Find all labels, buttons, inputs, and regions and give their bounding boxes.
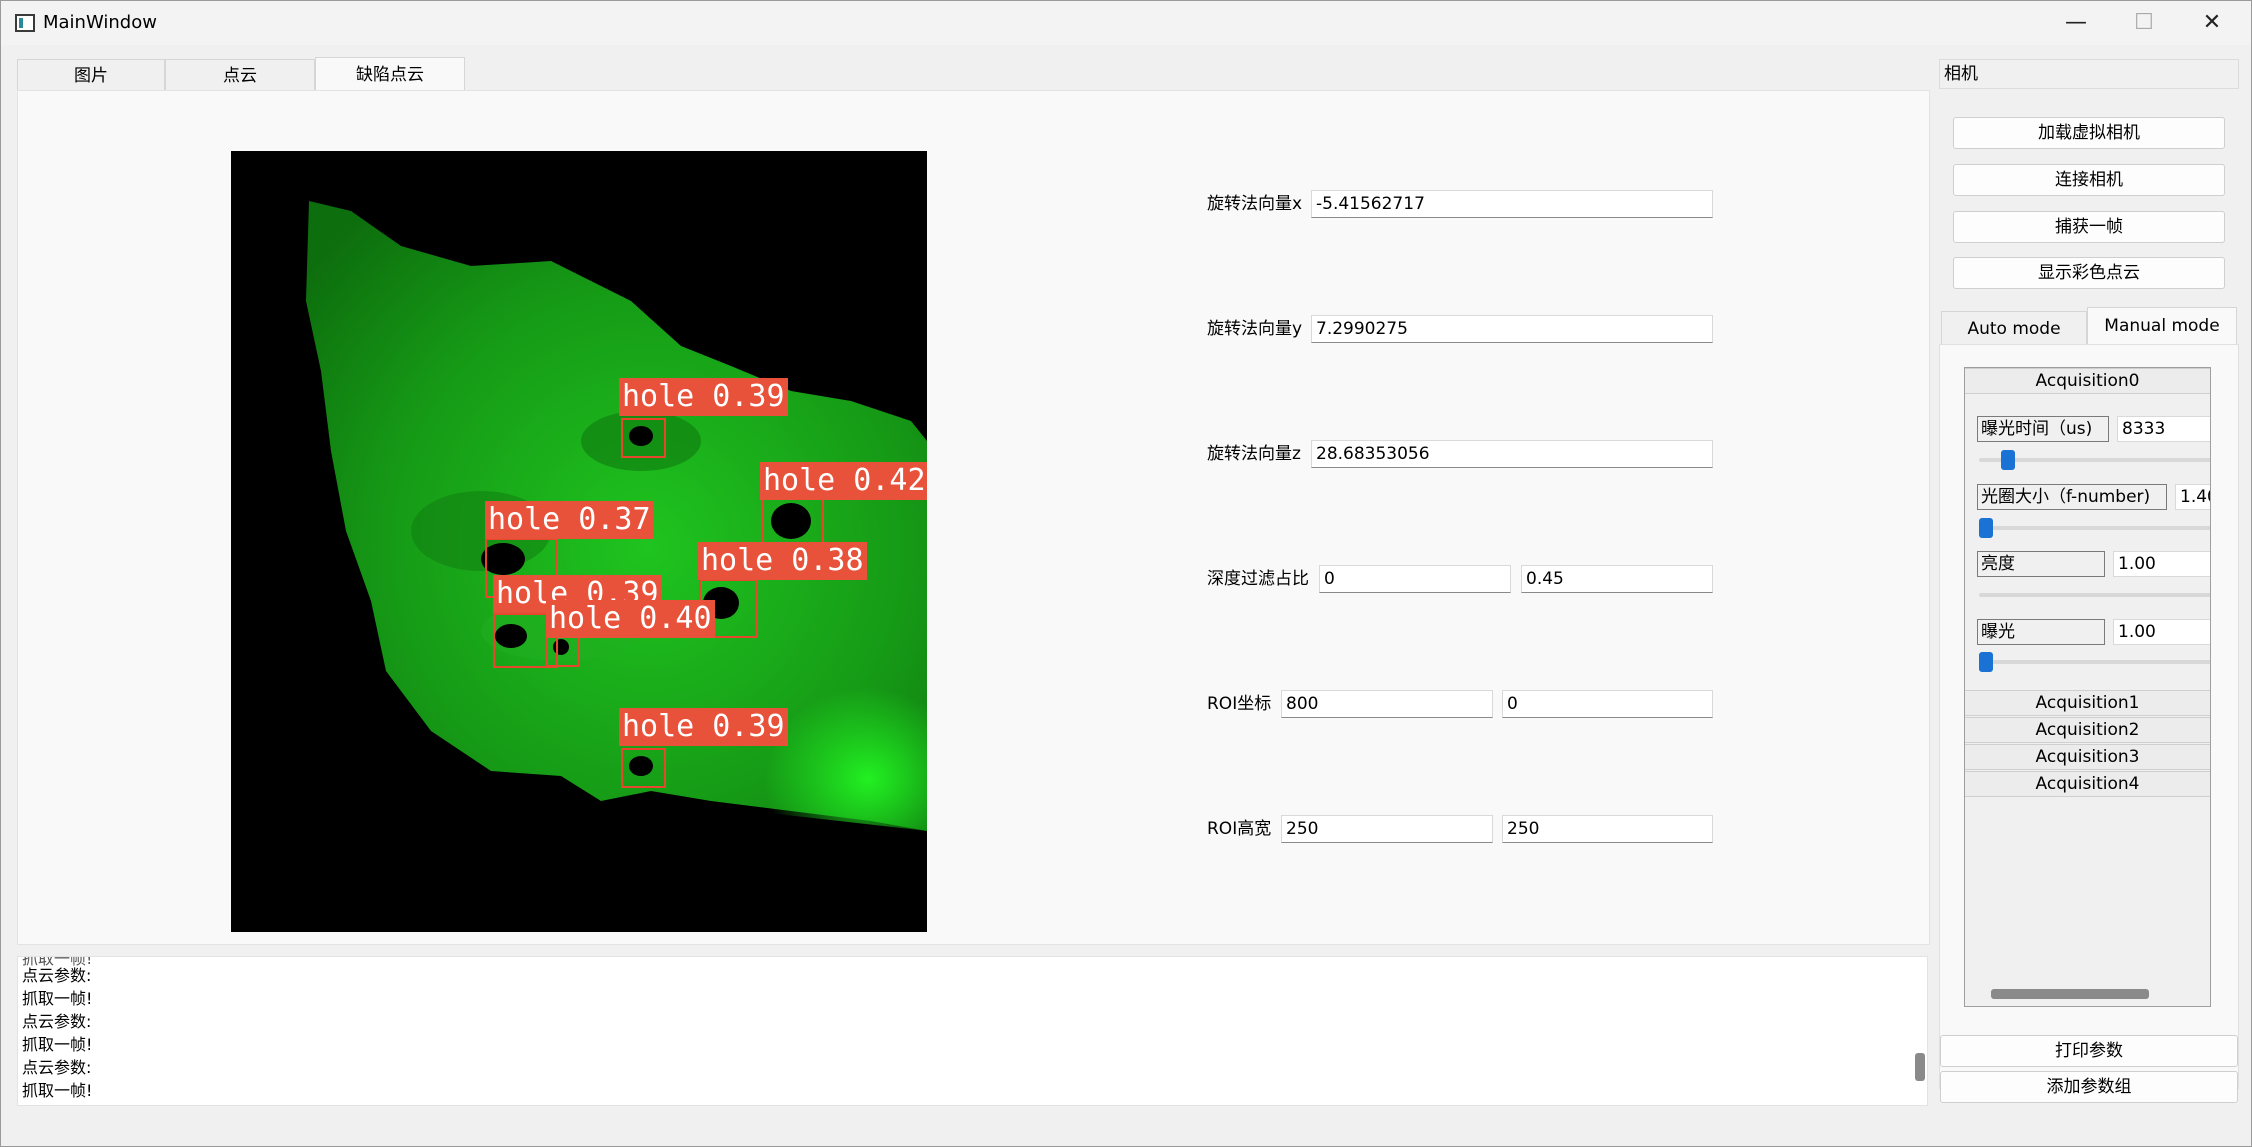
rot-z-input[interactable]: 28.68353056 [1311,440,1713,468]
minimize-button[interactable]: — [2043,1,2109,45]
capture-frame-button[interactable]: 捕获一帧 [1953,211,2225,243]
aperture-label: 光圈大小（f-number) [1977,484,2167,510]
detection-label: hole 0.37 [485,501,654,539]
tab-point-cloud[interactable]: 点云 [165,59,315,91]
tab-defect-point-cloud[interactable]: 缺陷点云 [315,57,465,91]
brightness-input[interactable]: 1.00 [2113,551,2210,577]
window-title: MainWindow [43,12,157,33]
status-bar [1,1109,2251,1146]
rot-z-label: 旋转法向量z [1207,444,1301,464]
brightness-slider[interactable] [1979,593,2210,597]
detection-label: hole 0.38 [698,542,867,580]
detection-box [621,748,666,788]
rot-y-input[interactable]: 7.2990275 [1311,315,1713,343]
log-output[interactable]: 抓取一帧! 点云参数: 抓取一帧! 点云参数: 抓取一帧! 点云参数: 抓取一帧… [17,956,1928,1106]
detection-image: hole 0.39 hole 0.42 hole 0.37 hole 0.38 … [231,151,927,932]
roi-size-label: ROI高宽 [1207,819,1272,839]
log-line: 点云参数: [22,1012,92,1031]
log-scrollbar[interactable] [1915,1053,1925,1081]
exposure-time-input[interactable]: 8333 [2117,416,2210,442]
app-icon [15,14,35,32]
exposure-input[interactable]: 1.00 [2113,619,2210,645]
depth-max-input[interactable]: 0.45 [1521,565,1713,593]
aperture-input[interactable]: 1.40 [2175,484,2210,510]
aperture-slider[interactable] [1979,518,2210,538]
slider-handle[interactable] [1979,652,1993,672]
exposure-time-label: 曝光时间（us) [1977,416,2109,442]
acquisition4-header[interactable]: Acquisition4 [1965,771,2210,797]
connect-camera-button[interactable]: 连接相机 [1953,164,2225,196]
depth-min-input[interactable]: 0 [1319,565,1511,593]
depth-filter-label: 深度过滤占比 [1207,569,1309,589]
maximize-button[interactable]: ☐ [2111,1,2177,45]
detection-label: hole 0.42 [760,462,927,500]
acquisition1-header[interactable]: Acquisition1 [1965,690,2210,716]
tab-manual-mode[interactable]: Manual mode [2087,307,2237,345]
detection-label: hole 0.40 [546,600,715,638]
toolbox-scrollbar[interactable] [1991,989,2149,999]
exposure-label: 曝光 [1977,619,2105,645]
acquisition0-header[interactable]: Acquisition0 [1965,368,2210,394]
detection-box [621,418,666,458]
brightness-label: 亮度 [1977,551,2105,577]
show-color-point-cloud-button[interactable]: 显示彩色点云 [1953,257,2225,289]
add-param-group-button[interactable]: 添加参数组 [1940,1071,2238,1103]
log-line: 点云参数: [22,1058,92,1077]
slider-handle[interactable] [2001,450,2015,470]
rot-x-label: 旋转法向量x [1207,194,1303,214]
defect-tab-panel: hole 0.39 hole 0.42 hole 0.37 hole 0.38 … [17,90,1930,945]
camera-dock: 相机 加载虚拟相机 连接相机 捕获一帧 显示彩色点云 Auto mode Man… [1939,59,2239,1103]
log-line: 抓取一帧! [22,1081,93,1100]
log-line: 抓取一帧! [22,1035,93,1054]
rot-x-input[interactable]: -5.41562717 [1311,190,1713,218]
roi-coord-label: ROI坐标 [1207,694,1272,714]
acquisition3-header[interactable]: Acquisition3 [1965,744,2210,770]
tab-auto-mode[interactable]: Auto mode [1941,311,2087,345]
detection-label: hole 0.39 [619,708,788,746]
roi-width-input[interactable]: 250 [1502,815,1713,843]
rot-y-label: 旋转法向量y [1207,319,1303,339]
main-window: MainWindow — ☐ ✕ 图片 点云 缺陷点云 hole 0.39 ho… [0,0,2252,1147]
tab-image[interactable]: 图片 [17,59,165,91]
title-bar: MainWindow — ☐ ✕ [1,1,2251,45]
log-line: 点云参数: [22,966,92,985]
roi-y-input[interactable]: 0 [1502,690,1713,718]
close-button[interactable]: ✕ [2179,1,2245,45]
dock-title: 相机 [1939,59,2239,89]
print-params-button[interactable]: 打印参数 [1940,1035,2238,1067]
detection-label: hole 0.39 [619,378,788,416]
roi-x-input[interactable]: 800 [1281,690,1493,718]
slider-handle[interactable] [1979,518,1993,538]
load-virtual-camera-button[interactable]: 加载虚拟相机 [1953,117,2225,149]
roi-height-input[interactable]: 250 [1281,815,1493,843]
exposure-slider[interactable] [1979,652,2210,672]
acquisition2-header[interactable]: Acquisition2 [1965,717,2210,743]
log-line: 抓取一帧! [22,989,93,1008]
acquisition-toolbox: Acquisition0 曝光时间（us) 8333 光圈大小（f-number… [1964,367,2211,1007]
exposure-time-slider[interactable] [1979,450,2210,470]
